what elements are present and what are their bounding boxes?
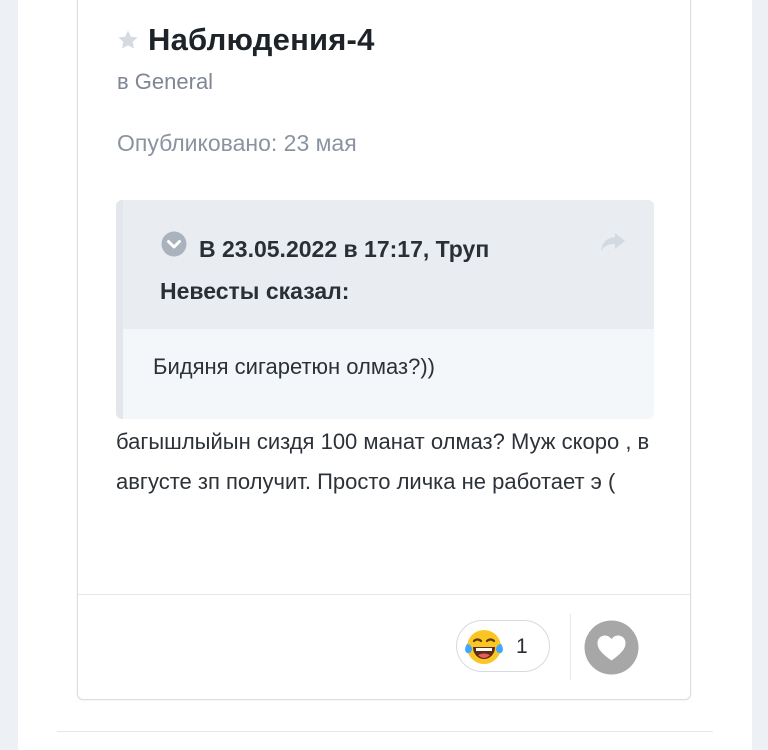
quote-citation: В 23.05.2022 в 17:17, Труп Невесты сказа… — [160, 236, 490, 304]
published-date: Опубликовано: 23 мая — [117, 130, 357, 156]
star-icon[interactable] — [116, 28, 140, 52]
post-body-text: багышлыйын сиздя 100 манат олмаз? Муж ск… — [116, 429, 650, 494]
quote-header[interactable]: В 23.05.2022 в 17:17, Труп Невесты сказа… — [123, 200, 654, 329]
like-button[interactable] — [584, 620, 639, 675]
post-category[interactable]: в General — [117, 69, 213, 95]
post-header: Наблюдения-4 — [116, 20, 375, 60]
quote-block: В 23.05.2022 в 17:17, Труп Невесты сказа… — [116, 200, 654, 419]
quote-text: Бидяня сигаретюн олмаз?)) — [153, 354, 435, 379]
reaction-summary-button[interactable]: 1 — [456, 620, 550, 672]
share-arrow-icon[interactable] — [598, 230, 628, 254]
reaction-count: 1 — [516, 635, 528, 658]
reaction-separator — [570, 614, 571, 680]
heart-icon — [584, 620, 639, 675]
post-title[interactable]: Наблюдения-4 — [148, 22, 375, 58]
bottom-divider — [57, 731, 713, 732]
card-divider — [78, 594, 690, 595]
laughing-tears-icon — [463, 626, 505, 668]
quote-left-bar — [116, 200, 123, 419]
